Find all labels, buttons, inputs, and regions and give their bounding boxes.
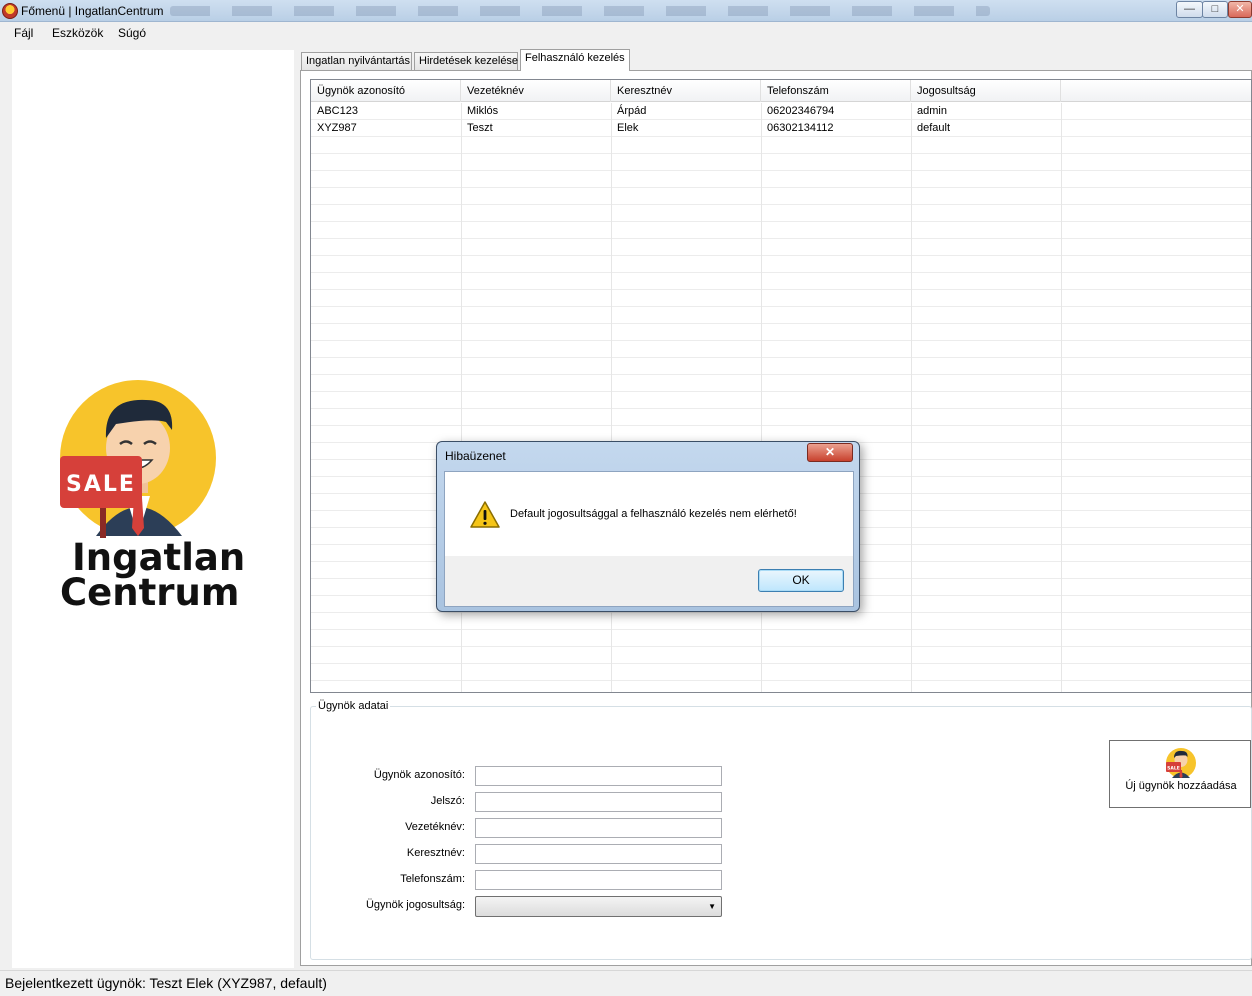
window-title: Főmenü | IngatlanCentrum	[21, 4, 164, 18]
label-first-name: Keresztnév:	[406, 847, 465, 859]
maximize-button[interactable]: □	[1202, 1, 1228, 18]
real-estate-agent-logo: SALE	[60, 380, 216, 538]
logo-wordmark: Ingatlan Centrum	[60, 536, 246, 614]
phone-input[interactable]	[475, 870, 722, 890]
taskbar-blur	[170, 6, 990, 16]
column-agent-id[interactable]: Ügynök azonosító	[311, 80, 461, 102]
agent-id-input[interactable]	[475, 766, 722, 786]
label-agent-id: Ügynök azonosító:	[373, 769, 465, 781]
warning-icon	[470, 501, 500, 528]
add-agent-label: Új ügynök hozzáadása	[1125, 780, 1237, 792]
menu-bar: Fájl Eszközök Súgó	[0, 22, 1252, 44]
minimize-button[interactable]: —	[1176, 1, 1203, 18]
cell-agent-id: ABC123	[317, 105, 358, 117]
dialog-close-button[interactable]: ✕	[807, 443, 853, 462]
dialog-title: Hibaüzenet	[445, 449, 506, 463]
dialog-footer: OK	[445, 556, 853, 606]
dialog-body: Default jogosultsággal a felhasználó kez…	[444, 471, 854, 607]
label-permission: Ügynök jogosultság:	[365, 899, 465, 911]
password-input[interactable]	[475, 792, 722, 812]
menu-tools[interactable]: Eszközök	[52, 26, 103, 40]
permission-select[interactable]: ▼	[475, 896, 722, 917]
label-password: Jelszó:	[430, 795, 465, 807]
cell-permission: default	[917, 122, 951, 134]
column-phone[interactable]: Telefonszám	[761, 80, 911, 102]
status-bar: Bejelentkezett ügynök: Teszt Elek (XYZ98…	[0, 970, 1252, 996]
cell-permission: admin	[917, 105, 947, 117]
cell-first-name: Árpád	[617, 105, 647, 117]
column-last-name[interactable]: Vezetéknév	[461, 80, 611, 102]
cell-last-name: Teszt	[467, 122, 493, 134]
column-first-name[interactable]: Keresztnév	[611, 80, 761, 102]
table-header: Ügynök azonosító Vezetéknév Keresztnév T…	[311, 80, 1251, 102]
logo-sale-text: SALE	[66, 472, 136, 497]
logo-line-1: Ingatlan	[72, 536, 246, 579]
tab-ads-management[interactable]: Hirdetések kezelése	[414, 52, 518, 71]
cell-first-name: Elek	[617, 122, 639, 134]
logo-line-2: Centrum	[60, 571, 240, 614]
menu-file[interactable]: Fájl	[14, 26, 33, 40]
agent-icon-sale-text: SALE	[1167, 766, 1180, 772]
cell-last-name: Miklós	[467, 105, 499, 117]
agent-logo-icon: SALE	[1166, 748, 1196, 778]
tab-user-management[interactable]: Felhasználó kezelés	[520, 49, 630, 71]
cell-phone: 06302134112	[767, 122, 834, 134]
add-agent-button[interactable]: SALE Új ügynök hozzáadása	[1109, 740, 1251, 808]
first-name-input[interactable]	[475, 844, 722, 864]
label-last-name: Vezetéknév:	[405, 821, 465, 833]
logo-panel: SALE Ingatlan Centrum	[12, 50, 294, 968]
dialog-message: Default jogosultsággal a felhasználó kez…	[510, 508, 797, 520]
label-phone: Telefonszám:	[400, 873, 465, 885]
menu-help[interactable]: Súgó	[118, 26, 146, 40]
close-window-button[interactable]: ✕	[1228, 1, 1252, 18]
agent-details-title: Ügynök adatai	[316, 700, 391, 712]
last-name-input[interactable]	[475, 818, 722, 838]
dropdown-arrow-icon: ▼	[708, 902, 716, 911]
cell-phone: 06202346794	[767, 105, 835, 117]
ok-button[interactable]: OK	[758, 569, 844, 592]
cell-agent-id: XYZ987	[317, 122, 357, 134]
column-permission[interactable]: Jogosultság	[911, 80, 1061, 102]
title-bar: Főmenü | IngatlanCentrum — □ ✕	[0, 0, 1252, 22]
app-logo-icon	[2, 3, 18, 19]
logged-in-agent-status: Bejelentkezett ügynök: Teszt Elek (XYZ98…	[5, 975, 327, 991]
error-dialog: Hibaüzenet ✕ Default jogosultsággal a fe…	[436, 441, 860, 612]
tab-property-registry[interactable]: Ingatlan nyilvántartás	[301, 52, 412, 71]
